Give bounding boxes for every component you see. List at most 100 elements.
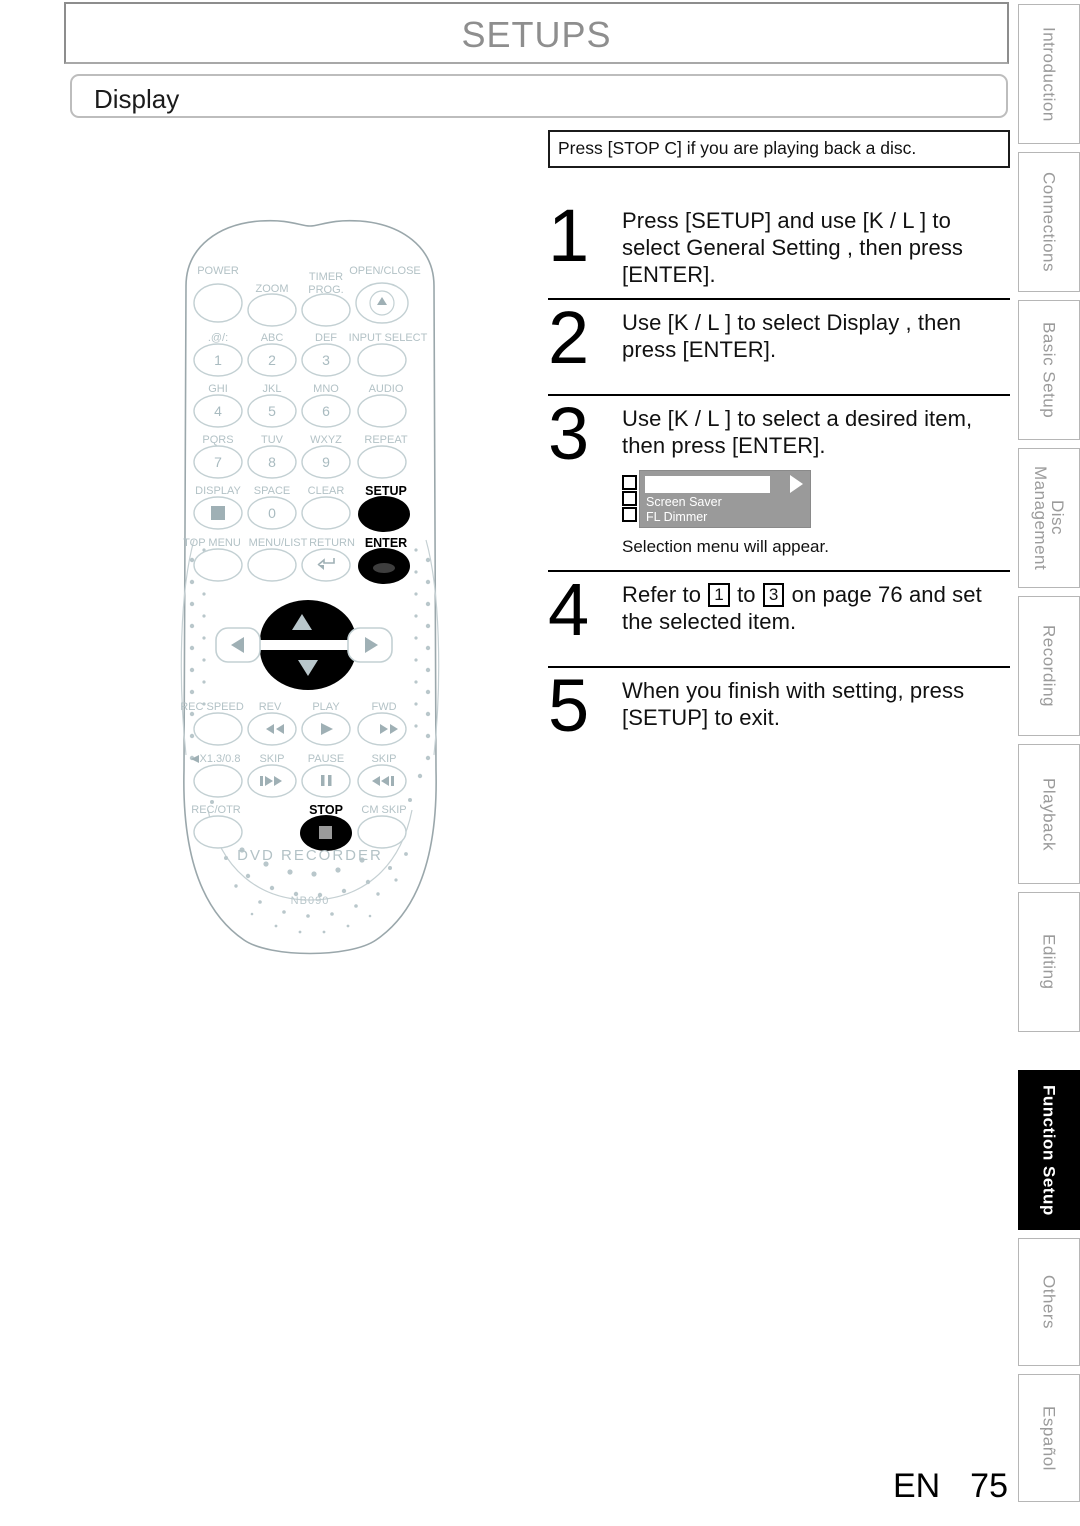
section-heading-bar: Display xyxy=(70,74,1008,118)
osd-panel: Screen Saver FL Dimmer xyxy=(639,469,811,528)
remote-label-play: PLAY xyxy=(312,701,340,713)
tab-recording[interactable]: Recording xyxy=(1018,596,1080,736)
remote-button-rec-speed xyxy=(193,712,243,746)
remote-button-speed xyxy=(193,764,243,798)
remote-button-power xyxy=(193,283,243,323)
remote-label-skip-back: SKIP xyxy=(259,753,284,765)
remote-label-key7-alpha: PQRS xyxy=(202,434,233,446)
instructions-column: Press [STOP C] if you are playing back a… xyxy=(548,130,1010,762)
manual-page: SETUPS Display POWER ZOOM TIMER PROG. OP… xyxy=(0,0,1080,1526)
remote-label-key4-alpha: GHI xyxy=(208,383,228,395)
tab-playback[interactable]: Playback xyxy=(1018,744,1080,884)
remote-label-audio: AUDIO xyxy=(369,383,404,395)
remote-button-repeat xyxy=(357,445,407,479)
stop-icon xyxy=(319,826,332,839)
osd-item-screen-saver: Screen Saver xyxy=(646,494,722,509)
tab-connections[interactable]: Connections xyxy=(1018,152,1080,292)
svg-text:8: 8 xyxy=(268,454,276,470)
step-2: 2 Use [K / L ] to select Display , then … xyxy=(548,298,1010,394)
remote-button-rec-otr xyxy=(193,815,243,849)
tab-espanol[interactable]: Español xyxy=(1018,1374,1080,1502)
remote-label-rec-speed: REC SPEED xyxy=(180,701,244,713)
step-5-text: When you finish with setting, press [SET… xyxy=(622,678,965,730)
tab-label: Introduction xyxy=(1039,26,1059,122)
step-4-text: Refer to 1 to 3 on page 76 and set the s… xyxy=(622,582,1010,636)
osd-selected-row xyxy=(645,475,770,493)
step-3-text: Use [K / L ] to select a desired item, t… xyxy=(622,406,973,458)
tab-basic-setup[interactable]: Basic Setup xyxy=(1018,300,1080,440)
remote-label-zoom: ZOOM xyxy=(256,283,289,295)
svg-text:6: 6 xyxy=(322,403,330,419)
step-4-ref-from: 1 xyxy=(708,583,730,608)
osd-right-arrow-icon xyxy=(790,474,803,493)
step-5: 5 When you finish with setting, press [S… xyxy=(548,666,1010,762)
remote-model-label: NB090 xyxy=(291,895,330,907)
remote-label-space: SPACE xyxy=(254,485,290,497)
section-heading-label: Display xyxy=(94,84,180,114)
tab-disc-management[interactable]: Disc Management xyxy=(1018,448,1080,588)
tab-label: Recording xyxy=(1039,625,1059,707)
remote-label-rec-otr: REC/OTR xyxy=(191,804,241,816)
remote-label-key1-alpha: .@/: xyxy=(208,332,228,344)
svg-text:2: 2 xyxy=(268,352,276,368)
step-3: 3 Use [K / L ] to select a desired item,… xyxy=(548,394,1010,570)
remote-label-power: POWER xyxy=(197,265,239,277)
step-2-number: 2 xyxy=(548,296,590,379)
remote-label-key3-alpha: DEF xyxy=(315,332,337,344)
remote-button-pause xyxy=(301,764,351,798)
remote-label-repeat: REPEAT xyxy=(364,434,407,446)
remote-label-enter: ENTER xyxy=(365,536,407,550)
tab-others[interactable]: Others xyxy=(1018,1238,1080,1366)
remote-button-clear xyxy=(301,496,351,530)
footer-page-number: 75 xyxy=(970,1467,1008,1505)
step-3-number: 3 xyxy=(548,392,590,475)
tab-label: Function Setup xyxy=(1039,1084,1059,1216)
remote-label-skip-fwd: SKIP xyxy=(371,753,396,765)
step-4-text-middle: to xyxy=(737,582,756,607)
remote-label-key6-alpha: MNO xyxy=(313,383,339,395)
remote-button-input-select xyxy=(357,343,407,377)
tab-editing[interactable]: Editing xyxy=(1018,892,1080,1032)
tab-label: Disc Management xyxy=(1031,465,1067,571)
remote-label-key9-alpha: WXYZ xyxy=(310,434,342,446)
svg-text:4: 4 xyxy=(214,403,222,419)
svg-text:5: 5 xyxy=(268,403,276,419)
page-header: SETUPS xyxy=(64,2,1009,64)
note-box: Press [STOP C] if you are playing back a… xyxy=(548,130,1010,168)
tab-label: Español xyxy=(1039,1405,1059,1471)
remote-label-pause: PAUSE xyxy=(308,753,344,765)
tab-label: Editing xyxy=(1039,934,1059,990)
tab-function-setup[interactable]: Function Setup xyxy=(1018,1070,1080,1230)
osd-selection-menu-graphic: Screen Saver FL Dimmer xyxy=(622,469,818,528)
tab-label: Connections xyxy=(1039,171,1059,272)
svg-text:9: 9 xyxy=(322,454,330,470)
remote-label-display: DISPLAY xyxy=(195,485,241,497)
osd-checkbox xyxy=(622,490,637,506)
osd-checkbox xyxy=(622,506,637,522)
remote-label-timer-1: TIMER xyxy=(309,271,343,283)
svg-text:7: 7 xyxy=(214,454,222,470)
remote-label-open-close: OPEN/CLOSE xyxy=(349,265,421,277)
tab-introduction[interactable]: Introduction xyxy=(1018,4,1080,144)
remote-label-key2-alpha: ABC xyxy=(261,332,284,344)
step-1-number: 1 xyxy=(548,194,590,277)
page-title: SETUPS xyxy=(461,14,612,55)
step-4-text-before: Refer to xyxy=(622,582,702,607)
remote-label-menu-list: MENU/LIST xyxy=(249,537,308,549)
remote-button-return xyxy=(301,548,351,582)
remote-label-setup: SETUP xyxy=(365,484,407,498)
remote-button-cm-skip xyxy=(357,815,407,849)
remote-label-input-select: INPUT SELECT xyxy=(349,332,428,344)
step-2-text: Use [K / L ] to select Display , then pr… xyxy=(622,310,962,362)
remote-button-top-menu xyxy=(193,548,243,582)
remote-button-setup-highlighted xyxy=(358,496,410,532)
remote-label-key5-alpha: JKL xyxy=(263,383,282,395)
step-4: 4 Refer to 1 to 3 on page 76 and set the… xyxy=(548,570,1010,666)
remote-control-illustration: POWER ZOOM TIMER PROG. OPEN/CLOSE .@/: A… xyxy=(150,210,470,970)
remote-label-fwd: FWD xyxy=(371,701,396,713)
remote-label-key8-alpha: TUV xyxy=(261,434,284,446)
chapter-tab-rail: Introduction Connections Basic Setup Dis… xyxy=(1018,4,1080,1502)
step-5-number: 5 xyxy=(548,664,590,747)
svg-text:1: 1 xyxy=(214,352,222,368)
osd-checkbox xyxy=(622,474,637,490)
